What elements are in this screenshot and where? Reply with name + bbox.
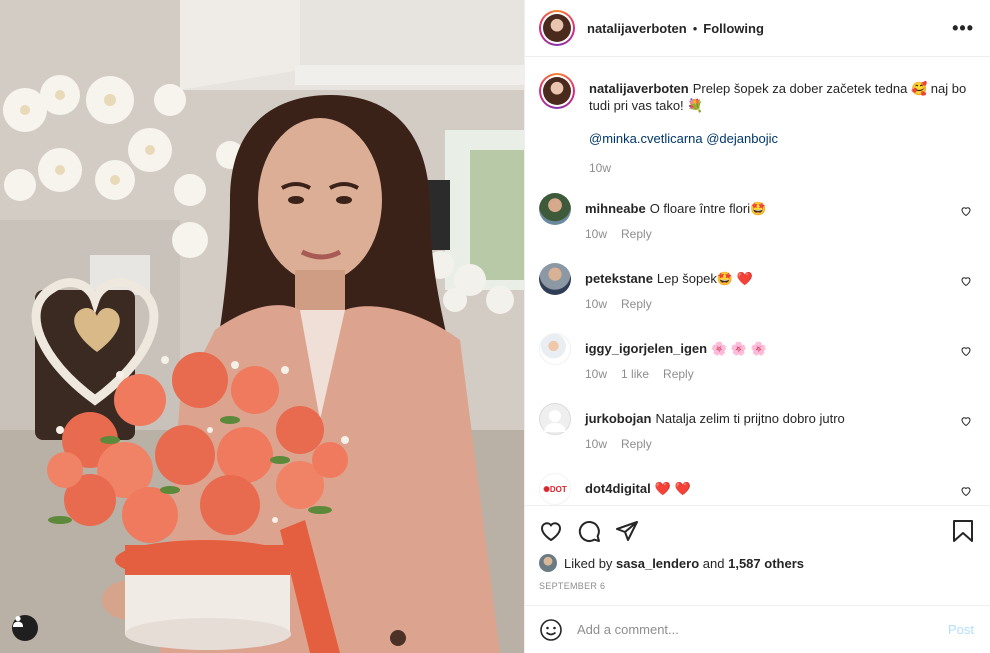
reply-button[interactable]: Reply [621, 297, 652, 311]
comment-username[interactable]: mihneabe [585, 201, 646, 216]
reply-button[interactable]: Reply [663, 367, 694, 381]
comment-like-heart-icon[interactable] [960, 275, 972, 287]
liked-by-avatar[interactable] [539, 554, 557, 572]
post-modal: natalijaverboten • Following ••• natalij… [0, 0, 990, 653]
comment-text-line: iggy_igorjelen_igen 🌸 🌸 🌸 [585, 333, 767, 357]
comment-text-line: dot4digital ❤️ ❤️ [585, 473, 691, 497]
photo-illustration [0, 0, 524, 653]
comment-like-heart-icon[interactable] [960, 205, 972, 217]
comments-list[interactable]: natalijaverboten Prelep šopek za dober za… [525, 57, 990, 505]
comment-item: iggy_igorjelen_igen 🌸 🌸 🌸 10w 1 like Repl… [539, 333, 974, 381]
post-photo[interactable] [0, 0, 524, 653]
liked-by-prefix: Liked by [564, 555, 613, 571]
comment-text: ❤️ ❤️ [654, 481, 691, 496]
comment-meta: 10w Reply [585, 297, 753, 311]
caption-username[interactable]: natalijaverboten [589, 81, 689, 96]
comment-likes-count[interactable]: 1 like [621, 367, 649, 381]
comment-text: O floare între flori🤩 [649, 201, 767, 216]
post-header: natalijaverboten • Following ••• [525, 0, 990, 57]
comment-timestamp[interactable]: 10w [585, 437, 607, 451]
comment-item: ✺DOT dot4digital ❤️ ❤️ [539, 473, 974, 505]
comment-item: jurkobojan Natalja zelim ti prijtno dobro… [539, 403, 974, 451]
user-tag-icon [13, 616, 23, 627]
post-actions: Liked by sasa_lendero and 1,587 others S… [525, 505, 990, 605]
comment-text: Lep šopek🤩 ❤️ [656, 271, 753, 286]
liked-by-others[interactable]: 1,587 others [728, 556, 804, 571]
separator-dot: • [692, 20, 698, 36]
comment-meta: 10w 1 like Reply [585, 367, 767, 381]
commenter-avatar[interactable] [539, 403, 571, 435]
commenter-avatar[interactable]: ✺DOT [539, 473, 571, 505]
post-comment-button[interactable]: Post [948, 622, 974, 637]
post-details-panel: natalijaverboten • Following ••• natalij… [524, 0, 990, 653]
send-icon[interactable] [615, 519, 639, 543]
comment-text-line: mihneabe O floare între flori🤩 [585, 193, 766, 217]
default-avatar-icon [544, 410, 566, 432]
comment-username[interactable]: iggy_igorjelen_igen [585, 341, 707, 356]
post-date[interactable]: September 6 [539, 581, 976, 605]
comment-like-heart-icon[interactable] [960, 345, 972, 357]
commenter-avatar[interactable] [539, 193, 571, 225]
add-comment-input[interactable] [577, 622, 948, 637]
heart-icon[interactable] [539, 519, 563, 543]
comment-username[interactable]: petekstane [585, 271, 653, 286]
comment-text-line: jurkobojan Natalja zelim ti prijtno dobro… [585, 403, 845, 427]
comment-meta: 10w Reply [585, 227, 766, 241]
liked-by: Liked by sasa_lendero and 1,587 others [539, 554, 976, 572]
bookmark-icon[interactable] [952, 519, 974, 543]
comment-text: Natalja zelim ti prijtno dobro jutro [655, 411, 845, 426]
liked-by-and: and [702, 555, 725, 571]
action-icons [539, 516, 976, 546]
reply-button[interactable]: Reply [621, 227, 652, 241]
reply-button[interactable]: Reply [621, 437, 652, 451]
liked-by-user[interactable]: sasa_lendero [616, 556, 699, 571]
caption-author-avatar[interactable] [539, 73, 575, 109]
user-tag-button[interactable] [12, 615, 38, 641]
caption: natalijaverboten Prelep šopek za dober za… [539, 73, 974, 175]
comment-like-heart-icon[interactable] [960, 415, 972, 427]
comment-username[interactable]: dot4digital [585, 481, 651, 496]
comment-meta: 10w Reply [585, 437, 845, 451]
comment-icon[interactable] [577, 519, 601, 543]
caption-mentions[interactable]: @minka.cvetlicarna @dejanbojic [589, 130, 969, 147]
commenter-avatar[interactable] [539, 263, 571, 295]
comment-timestamp[interactable]: 10w [585, 227, 607, 241]
comment-text-line: petekstane Lep šopek🤩 ❤️ [585, 263, 753, 287]
more-options-icon[interactable]: ••• [952, 18, 974, 39]
comment-timestamp[interactable]: 10w [585, 297, 607, 311]
commenter-avatar[interactable] [539, 333, 571, 365]
comment-item: petekstane Lep šopek🤩 ❤️ 10w Reply [539, 263, 974, 311]
add-comment-bar: Post [525, 605, 990, 653]
author-username[interactable]: natalijaverboten [587, 21, 687, 36]
comment-username[interactable]: jurkobojan [585, 411, 651, 426]
caption-meta: 10w [589, 161, 969, 175]
comment-like-heart-icon[interactable] [960, 485, 972, 497]
emoji-icon[interactable] [539, 618, 563, 642]
comment-text: 🌸 🌸 🌸 [711, 341, 767, 356]
comment-timestamp[interactable]: 10w [585, 367, 607, 381]
caption-text-line: natalijaverboten Prelep šopek za dober za… [589, 73, 969, 114]
comment-item: mihneabe O floare între flori🤩 10w Reply [539, 193, 974, 241]
caption-timestamp[interactable]: 10w [589, 161, 611, 175]
dot4digital-logo: ✺DOT [543, 484, 567, 494]
author-avatar[interactable] [539, 10, 575, 46]
following-button[interactable]: Following [703, 21, 764, 36]
